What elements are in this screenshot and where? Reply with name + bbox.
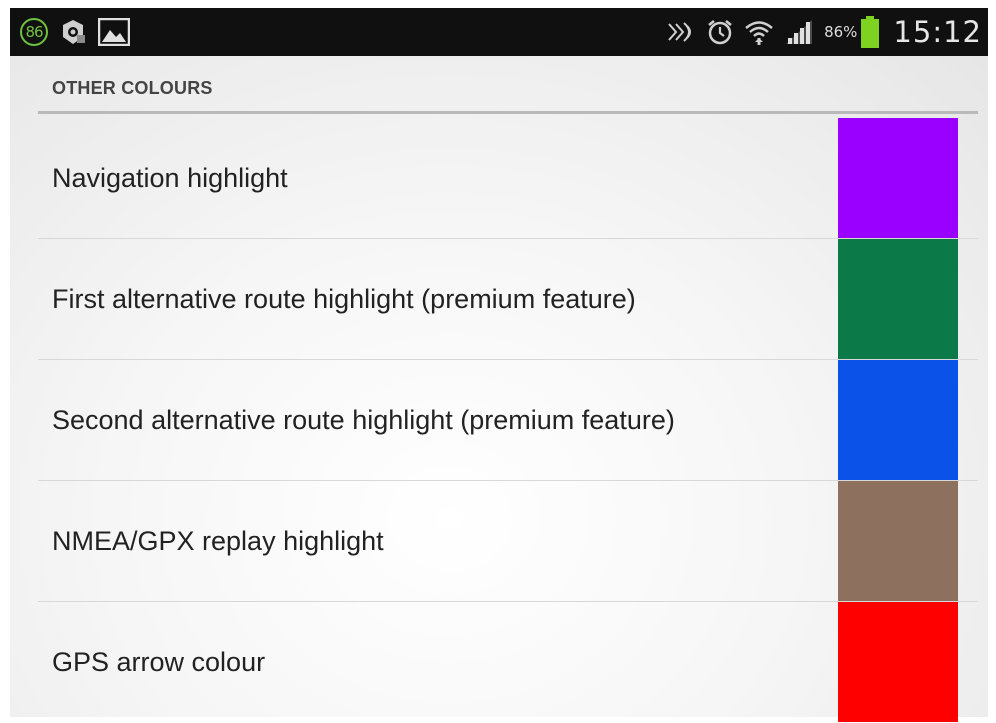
battery-icon <box>861 16 880 48</box>
pref-first-alternative-route-highlight[interactable]: First alternative route highlight (premi… <box>38 239 978 360</box>
notification-count-icon: 86 <box>20 18 48 46</box>
pref-navigation-highlight[interactable]: Navigation highlight <box>38 118 978 239</box>
picture-icon <box>98 18 130 46</box>
section-header: OTHER COLOURS <box>38 56 978 114</box>
pref-label: Second alternative route highlight (prem… <box>52 405 675 435</box>
pref-gps-arrow-colour[interactable]: GPS arrow colour <box>38 602 978 723</box>
wifi-icon <box>744 18 774 46</box>
preference-list: Navigation highlight First alternative r… <box>38 118 978 723</box>
pref-nmea-gpx-replay-highlight[interactable]: NMEA/GPX replay highlight <box>38 481 978 602</box>
signal-icon <box>784 18 814 46</box>
section-title: OTHER COLOURS <box>52 78 213 98</box>
clock: 15:12 <box>893 15 982 49</box>
colour-swatch[interactable] <box>838 118 958 238</box>
alarm-clock-icon <box>706 18 734 46</box>
status-bar-notifications: 86 <box>20 17 130 47</box>
pref-second-alternative-route-highlight[interactable]: Second alternative route highlight (prem… <box>38 360 978 481</box>
battery-percent: 86% <box>824 23 858 41</box>
pref-label: First alternative route highlight (premi… <box>52 284 636 314</box>
status-bar-system: 86% 15:12 <box>666 15 982 49</box>
pref-label: Navigation highlight <box>52 163 288 193</box>
status-bar: 86 86% 15:12 <box>10 8 988 56</box>
pref-label: NMEA/GPX replay highlight <box>52 526 384 556</box>
pref-label: GPS arrow colour <box>52 647 266 677</box>
screen: 86 86% 15:12 OTHER COLOURS Navigation hi… <box>0 0 996 722</box>
colour-swatch[interactable] <box>838 602 958 722</box>
colour-swatch[interactable] <box>838 239 958 359</box>
android-settings-icon <box>58 17 88 47</box>
colour-swatch[interactable] <box>838 360 958 480</box>
settings-content: OTHER COLOURS Navigation highlight First… <box>10 56 988 722</box>
colour-swatch[interactable] <box>838 481 958 601</box>
nfc-icon <box>666 19 696 45</box>
